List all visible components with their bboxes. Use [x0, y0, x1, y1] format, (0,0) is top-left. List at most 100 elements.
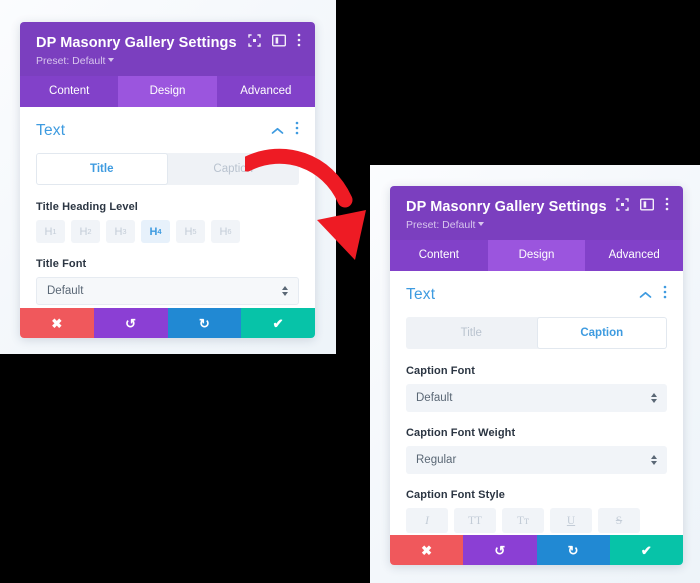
chevron-up-icon[interactable]: [639, 286, 652, 304]
redo-icon: ↻: [567, 542, 579, 558]
pill-base: H: [44, 225, 53, 238]
modal-body: Text Title Caption Caption Font Default: [390, 271, 683, 535]
tab-advanced[interactable]: Advanced: [585, 240, 683, 271]
pill-sub: 1: [52, 227, 57, 236]
tab-design[interactable]: Design: [487, 240, 586, 271]
title-font-select[interactable]: Default: [36, 277, 299, 305]
heading-level-h2[interactable]: H2: [71, 220, 100, 243]
font-style-pills: I TT Tᴛ U S: [406, 508, 667, 533]
save-button[interactable]: ✔: [241, 308, 315, 338]
select-value: Default: [416, 392, 453, 404]
select-value: Default: [47, 285, 84, 297]
field-title-heading-level: Title Heading Level H1 H2 H3 H4 H5 H6: [36, 201, 299, 243]
pill-base: H: [79, 225, 88, 238]
masonry-gallery-settings-modal-title: DP Masonry Gallery Settings Preset: Defa…: [20, 22, 315, 338]
heading-level-pills: H1 H2 H3 H4 H5 H6: [36, 220, 299, 243]
tab-advanced[interactable]: Advanced: [217, 76, 315, 107]
more-vertical-icon[interactable]: [663, 285, 667, 304]
title-caption-toggle: Title Caption: [36, 153, 299, 185]
layout-columns-icon[interactable]: [271, 34, 287, 52]
heading-level-h5[interactable]: H5: [176, 220, 205, 243]
field-title-font: Title Font Default: [36, 258, 299, 305]
layout-columns-icon[interactable]: [639, 198, 655, 216]
undo-button[interactable]: ↺: [93, 308, 168, 338]
section-title: Text: [406, 285, 436, 303]
modal-titlebar: DP Masonry Gallery Settings Preset: Defa…: [20, 22, 315, 76]
undo-button[interactable]: ↺: [463, 535, 537, 565]
undo-icon: ↺: [494, 542, 506, 558]
field-label: Title Heading Level: [36, 201, 138, 213]
heading-level-h6[interactable]: H6: [211, 220, 240, 243]
more-vertical-icon[interactable]: [295, 121, 299, 140]
tab-design[interactable]: Design: [118, 76, 217, 107]
cancel-button[interactable]: ✖: [20, 308, 94, 338]
font-style-strikethrough[interactable]: S: [598, 508, 640, 533]
font-style-italic[interactable]: I: [406, 508, 448, 533]
undo-icon: ↺: [125, 315, 137, 331]
redo-icon: ↻: [198, 315, 210, 331]
segment-title[interactable]: Title: [36, 153, 168, 185]
resize-icon[interactable]: [248, 33, 261, 52]
field-label: Caption Font: [406, 365, 476, 377]
preset-label: Preset: Default: [36, 55, 106, 67]
font-style-underline[interactable]: U: [550, 508, 592, 533]
more-vertical-icon[interactable]: [297, 33, 301, 52]
modal-tabstrip: Content Design Advanced: [20, 76, 315, 107]
font-style-capitalize[interactable]: Tᴛ: [502, 508, 544, 533]
section-title: Text: [36, 121, 66, 139]
pill-base: H: [219, 225, 228, 238]
heading-level-h4[interactable]: H4: [141, 220, 170, 243]
preset-label: Preset: Default: [406, 219, 476, 231]
pill-base: H: [184, 225, 193, 238]
segment-title[interactable]: Title: [406, 317, 537, 349]
close-icon: ✖: [51, 315, 63, 331]
chevron-up-icon[interactable]: [271, 122, 284, 140]
heading-level-h1[interactable]: H1: [36, 220, 65, 243]
caption-font-weight-select[interactable]: Regular: [406, 446, 667, 474]
select-value: Regular: [416, 454, 457, 466]
field-label: Caption Font Style: [406, 489, 505, 501]
pill-sub: 5: [192, 227, 197, 236]
segment-caption[interactable]: Caption: [536, 317, 667, 349]
pill-base: H: [149, 225, 158, 238]
stepper-icon: [282, 286, 288, 296]
check-icon: ✔: [640, 542, 652, 558]
cancel-button[interactable]: ✖: [390, 535, 464, 565]
field-label: Title Font: [36, 258, 87, 270]
section-header-text: Text: [406, 285, 667, 304]
heading-level-h3[interactable]: H3: [106, 220, 135, 243]
modal-titlebar: DP Masonry Gallery Settings Preset: Defa…: [390, 186, 683, 240]
redo-button[interactable]: ↻: [167, 308, 242, 338]
pill-base: H: [114, 225, 123, 238]
check-icon: ✔: [272, 315, 284, 331]
stepper-icon: [651, 455, 657, 465]
field-caption-font-style: Caption Font Style I TT Tᴛ U S: [406, 489, 667, 533]
modal-title: DP Masonry Gallery Settings: [406, 198, 607, 215]
save-button[interactable]: ✔: [609, 535, 683, 565]
masonry-gallery-settings-modal-caption: DP Masonry Gallery Settings Preset: Defa…: [390, 186, 683, 565]
segment-caption[interactable]: Caption: [168, 153, 300, 185]
preset-selector[interactable]: Preset: Default: [406, 219, 669, 231]
redo-button[interactable]: ↻: [536, 535, 610, 565]
title-caption-toggle: Title Caption: [406, 317, 667, 349]
modal-tabstrip: Content Design Advanced: [390, 240, 683, 271]
modal-footer: ✖ ↺ ↻ ✔: [390, 535, 683, 565]
modal-body: Text Title Caption Title Heading Level H…: [20, 107, 315, 308]
resize-icon[interactable]: [616, 197, 629, 216]
tab-content[interactable]: Content: [20, 76, 118, 107]
modal-title: DP Masonry Gallery Settings: [36, 34, 237, 51]
caption-font-select[interactable]: Default: [406, 384, 667, 412]
font-style-uppercase[interactable]: TT: [454, 508, 496, 533]
field-caption-font-weight: Caption Font Weight Regular: [406, 427, 667, 474]
section-header-text: Text: [36, 121, 299, 140]
caret-down-icon: [108, 58, 115, 62]
pill-sub: 4: [157, 227, 162, 236]
close-icon: ✖: [421, 542, 433, 558]
preset-selector[interactable]: Preset: Default: [36, 55, 301, 67]
caret-down-icon: [478, 222, 485, 226]
pill-sub: 6: [227, 227, 232, 236]
stepper-icon: [651, 393, 657, 403]
tab-content[interactable]: Content: [390, 240, 488, 271]
more-vertical-icon[interactable]: [665, 197, 669, 216]
field-caption-font: Caption Font Default: [406, 365, 667, 412]
